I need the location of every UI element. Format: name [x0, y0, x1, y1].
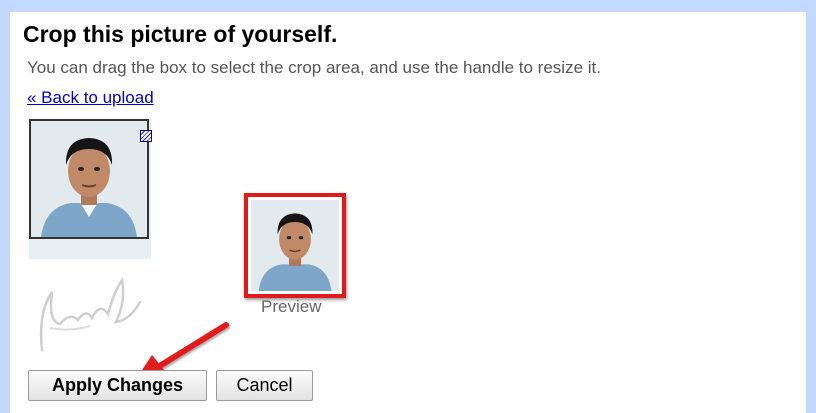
preview-image	[251, 200, 339, 291]
preview-label: Preview	[261, 297, 322, 316]
crop-selection-box[interactable]	[29, 119, 149, 239]
cancel-button[interactable]: Cancel	[216, 370, 313, 401]
portrait-photo	[31, 121, 147, 237]
source-photo	[29, 119, 151, 259]
apply-changes-button[interactable]: Apply Changes	[28, 370, 207, 401]
instructions-text: You can drag the box to select the crop …	[27, 58, 601, 77]
crop-dialog: Crop this picture of yourself. You can d…	[10, 12, 806, 413]
page-title: Crop this picture of yourself.	[23, 21, 338, 47]
preview-portrait	[251, 200, 339, 291]
back-to-upload-link[interactable]: « Back to upload	[27, 88, 154, 108]
resize-handle-icon[interactable]	[140, 130, 152, 142]
preview-highlight-box	[244, 193, 346, 298]
